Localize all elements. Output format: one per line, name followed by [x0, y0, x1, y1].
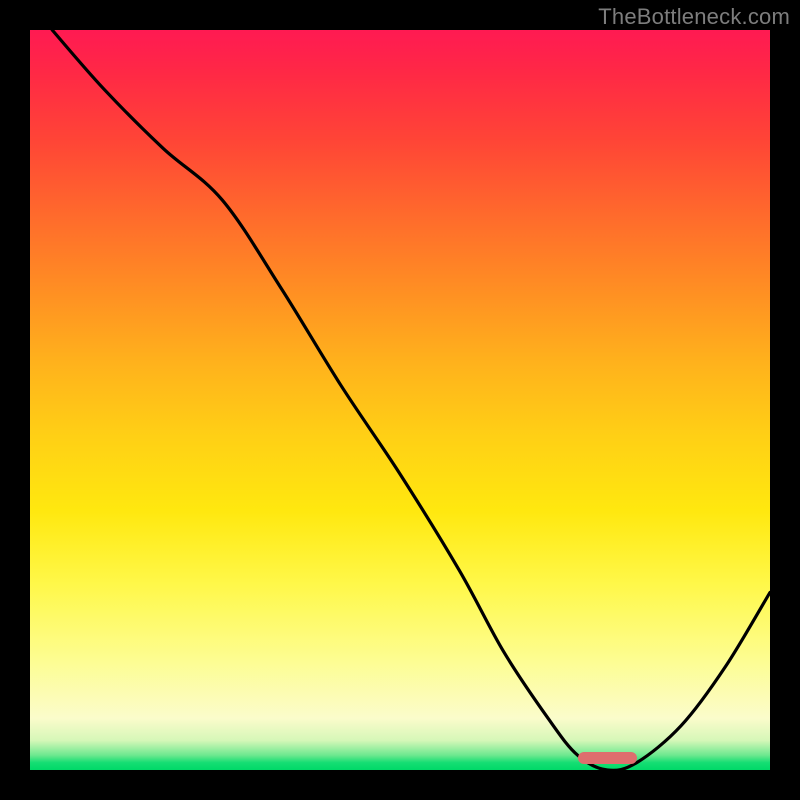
watermark-text: TheBottleneck.com — [598, 4, 790, 30]
bottleneck-curve — [30, 30, 770, 770]
curve-path — [52, 30, 770, 770]
chart-stage: TheBottleneck.com — [0, 0, 800, 800]
plot-area — [30, 30, 770, 770]
optimal-range-marker — [578, 752, 637, 764]
